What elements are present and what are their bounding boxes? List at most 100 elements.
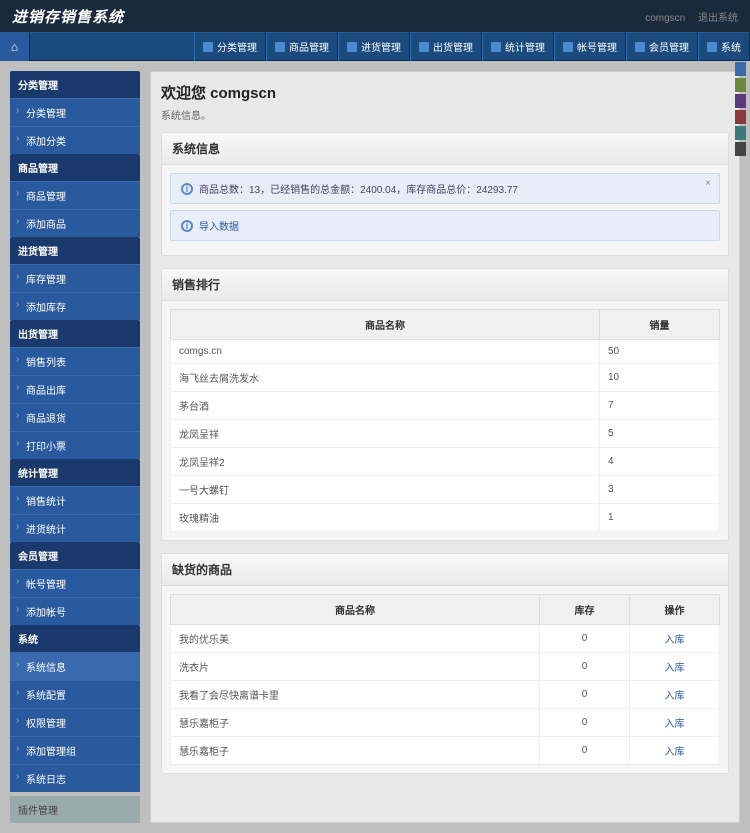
sidebar-item[interactable]: 商品出库: [10, 375, 140, 403]
sidebar-item[interactable]: 进货统计: [10, 514, 140, 542]
panel-title: 销售排行: [162, 269, 728, 301]
theme-tab[interactable]: [735, 126, 746, 140]
info-alert: i 商品总数：13，已经销售的总金额：2400.04，库存商品总价：24293.…: [170, 173, 720, 204]
sidebar-item[interactable]: 销售列表: [10, 347, 140, 375]
sidebar-item[interactable]: 添加分类: [10, 126, 140, 154]
nav-item[interactable]: 系统: [698, 32, 750, 61]
cell-qty: 50: [600, 340, 720, 364]
sidebar-item[interactable]: 系统日志: [10, 764, 140, 792]
theme-tab[interactable]: [735, 110, 746, 124]
restock-link[interactable]: 入库: [665, 691, 685, 702]
sidebar: 分类管理分类管理添加分类商品管理商品管理添加商品进货管理库存管理添加库存出货管理…: [10, 71, 140, 823]
nav-icon: [275, 42, 285, 52]
sidebar-item[interactable]: 添加管理组: [10, 736, 140, 764]
nav-item[interactable]: 会员管理: [626, 32, 698, 61]
theme-tabs: [735, 62, 746, 156]
cell-name: 一号大螺钉: [171, 476, 600, 504]
logout-link[interactable]: 退出系统: [698, 13, 738, 24]
current-user[interactable]: comgscn: [645, 13, 685, 24]
sidebar-item[interactable]: 系统信息: [10, 652, 140, 680]
home-icon[interactable]: ⌂: [0, 32, 30, 61]
sidebar-item[interactable]: 分类管理: [10, 98, 140, 126]
sidebar-group-header[interactable]: 会员管理: [10, 542, 140, 569]
nav-icon: [563, 42, 573, 52]
header-bar: 进销存销售系统 comgscn 退出系统: [0, 0, 750, 32]
nav-icon: [707, 42, 717, 52]
restock-link[interactable]: 入库: [665, 635, 685, 646]
restock-link[interactable]: 入库: [665, 663, 685, 674]
cell-qty: 7: [600, 392, 720, 420]
nav-icon: [635, 42, 645, 52]
col-name: 商品名称: [171, 595, 540, 625]
sidebar-group-header[interactable]: 进货管理: [10, 237, 140, 264]
cell-stock: 0: [540, 737, 630, 765]
theme-tab[interactable]: [735, 142, 746, 156]
nav-icon: [491, 42, 501, 52]
sidebar-footer[interactable]: 插件管理: [10, 796, 140, 823]
table-row: 洗衣片0 入库: [171, 653, 720, 681]
table-row: 我看了会尽快离谱卡里0入库: [171, 681, 720, 709]
sidebar-group-header[interactable]: 出货管理: [10, 320, 140, 347]
cell-name: 茅台酒: [171, 392, 600, 420]
col-stock: 库存: [540, 595, 630, 625]
nav-item[interactable]: 商品管理: [266, 32, 338, 61]
nav-item[interactable]: 统计管理: [482, 32, 554, 61]
sidebar-group-header[interactable]: 统计管理: [10, 459, 140, 486]
theme-tab[interactable]: [735, 62, 746, 76]
nav-label: 出货管理: [433, 39, 473, 54]
sidebar-item[interactable]: 帐号管理: [10, 569, 140, 597]
sidebar-item[interactable]: 打印小票: [10, 431, 140, 459]
theme-tab[interactable]: [735, 94, 746, 108]
cell-qty: 1: [600, 504, 720, 532]
sidebar-item[interactable]: 添加库存: [10, 292, 140, 320]
col-action: 操作: [630, 595, 720, 625]
nav-item[interactable]: 进货管理: [338, 32, 410, 61]
table-row: 我的优乐美0入库: [171, 625, 720, 653]
cell-name: 龙凤呈祥: [171, 420, 600, 448]
panel-title: 系统信息: [162, 133, 728, 165]
theme-tab[interactable]: [735, 78, 746, 92]
panel-title: 缺货的商品: [162, 554, 728, 586]
nav-label: 帐号管理: [577, 39, 617, 54]
sidebar-item[interactable]: 系统配置: [10, 680, 140, 708]
nav-item[interactable]: 分类管理: [194, 32, 266, 61]
nav-item[interactable]: 出货管理: [410, 32, 482, 61]
sidebar-item[interactable]: 添加商品: [10, 209, 140, 237]
table-row: comgs.cn50: [171, 340, 720, 364]
nav-item[interactable]: 帐号管理: [554, 32, 626, 61]
sidebar-item[interactable]: 添加帐号: [10, 597, 140, 625]
nav-label: 会员管理: [649, 39, 689, 54]
cell-qty: 3: [600, 476, 720, 504]
table-row: 玫瑰精油1: [171, 504, 720, 532]
sidebar-group-header[interactable]: 系统: [10, 625, 140, 652]
nav-label: 进货管理: [361, 39, 401, 54]
sidebar-item[interactable]: 商品管理: [10, 181, 140, 209]
shortage-table: 商品名称 库存 操作 我的优乐美0入库洗衣片0入库我看了会尽快离谱卡里0入库慧乐…: [170, 594, 720, 765]
sidebar-group-header[interactable]: 商品管理: [10, 154, 140, 181]
close-icon[interactable]: ×: [705, 178, 711, 189]
table-row: 龙凤呈祥5: [171, 420, 720, 448]
app-title: 进销存销售系统: [12, 6, 124, 27]
cell-stock: 0: [540, 709, 630, 737]
table-row: 慧乐嘉柜子0入库: [171, 709, 720, 737]
cell-qty: 4: [600, 448, 720, 476]
nav-label: 系统: [721, 39, 741, 54]
header-links: comgscn 退出系统: [635, 9, 738, 24]
restock-link[interactable]: 入库: [665, 747, 685, 758]
sidebar-item[interactable]: 权限管理: [10, 708, 140, 736]
nav-icon: [347, 42, 357, 52]
cell-stock: 0: [540, 653, 630, 681]
restock-link[interactable]: 入库: [665, 719, 685, 730]
col-qty: 销量: [600, 310, 720, 340]
nav-icon: [419, 42, 429, 52]
sidebar-item[interactable]: 库存管理: [10, 264, 140, 292]
table-row: 一号大螺钉3: [171, 476, 720, 504]
cell-name: 洗衣片: [171, 653, 540, 681]
sidebar-group-header[interactable]: 分类管理: [10, 71, 140, 98]
cell-name: 玫瑰精油: [171, 504, 600, 532]
sidebar-item[interactable]: 商品退货: [10, 403, 140, 431]
shortage-panel: 缺货的商品 商品名称 库存 操作 我的优乐美0入库洗衣片0入库我看了会尽快离谱卡…: [161, 553, 729, 774]
import-link[interactable]: 导入数据: [199, 218, 239, 233]
table-row: 慧乐嘉柜子0入库: [171, 737, 720, 765]
sidebar-item[interactable]: 销售统计: [10, 486, 140, 514]
